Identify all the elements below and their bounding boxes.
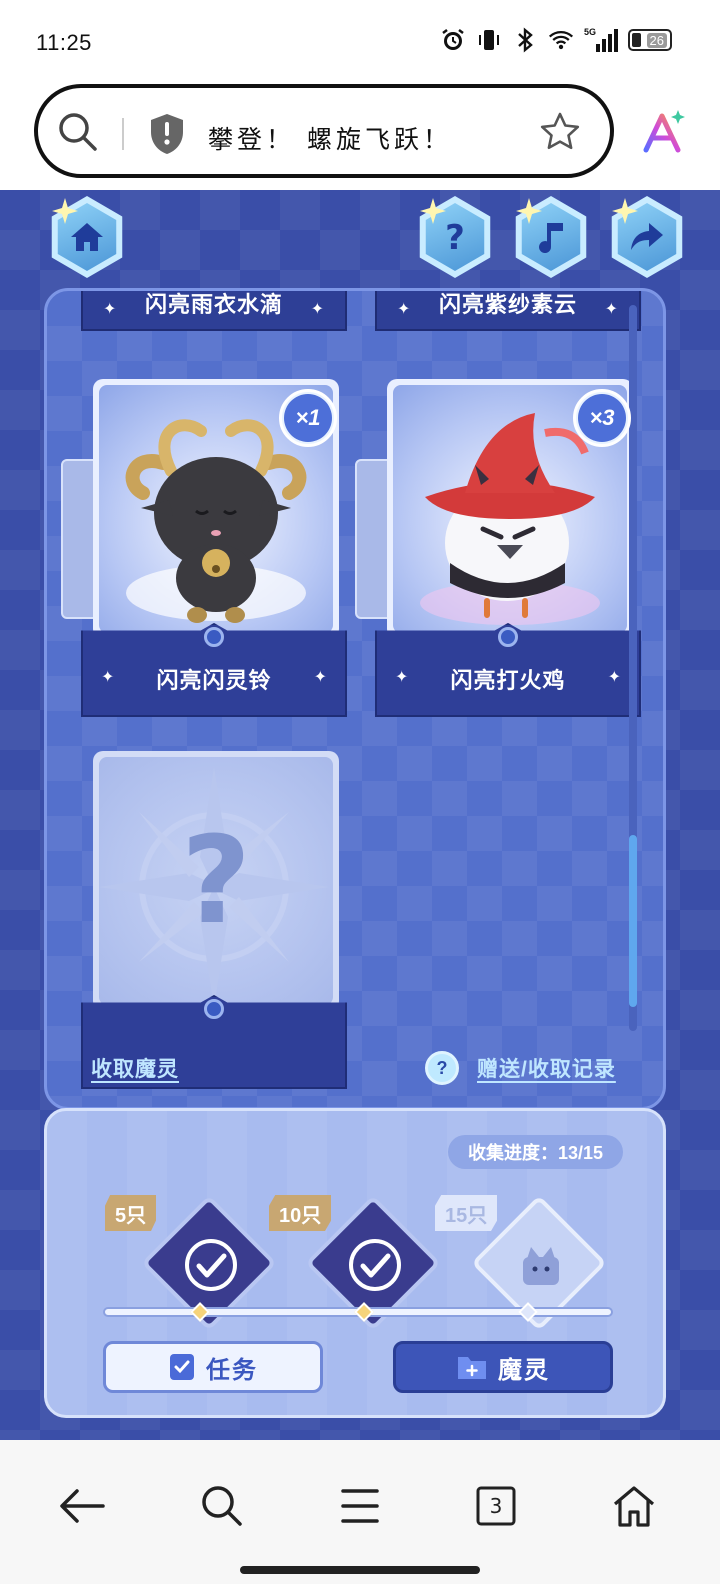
sparkle-icon bbox=[612, 198, 638, 224]
address-bar[interactable]: 攀登！ 螺旋飞跃！ bbox=[34, 84, 614, 178]
record-help-icon[interactable]: ? bbox=[425, 1051, 459, 1085]
menu-button[interactable] bbox=[330, 1476, 390, 1536]
back-button[interactable] bbox=[52, 1476, 112, 1536]
music-button[interactable] bbox=[510, 196, 592, 278]
collect-spirit-link[interactable]: 收取魔灵 bbox=[91, 1053, 179, 1083]
task-icon bbox=[170, 1354, 194, 1380]
svg-text:?: ? bbox=[445, 218, 465, 257]
browser-address-area: 攀登！ 螺旋飞跃！ bbox=[0, 82, 720, 190]
status-icons: 5G 26 bbox=[440, 26, 672, 54]
status-bar: 11:25 5G 26 bbox=[0, 0, 720, 82]
bookmark-star-icon[interactable] bbox=[538, 110, 582, 159]
spirit-button-label: 魔灵 bbox=[498, 1356, 550, 1384]
search-icon[interactable] bbox=[56, 110, 100, 159]
reward-tag: 10只 bbox=[269, 1195, 332, 1231]
card-name: 闪亮打火鸡 bbox=[450, 668, 566, 693]
task-button[interactable]: 任务 bbox=[103, 1341, 323, 1393]
shield-icon[interactable] bbox=[148, 112, 186, 161]
help-button[interactable]: ? bbox=[414, 196, 496, 278]
cat-plush-icon bbox=[523, 1247, 559, 1285]
spirit-button[interactable]: 魔灵 bbox=[393, 1341, 613, 1393]
ai-assistant-icon[interactable] bbox=[640, 108, 688, 161]
card-name: 闪亮闪灵铃 bbox=[156, 668, 272, 693]
reward-milestone[interactable]: 10只 bbox=[269, 1195, 441, 1331]
sparkle-icon bbox=[52, 198, 78, 224]
status-time: 11:25 bbox=[36, 30, 92, 55]
card-count-badge: ×3 bbox=[573, 389, 631, 447]
card-name-plate[interactable]: ✦ 闪亮雨衣水滴 ✦ bbox=[81, 291, 347, 331]
reward-milestone[interactable]: 5只 bbox=[105, 1195, 277, 1331]
spirit-card[interactable]: ×3 ✦ 闪亮打火鸡 ✦ bbox=[355, 379, 641, 719]
tab-count: 3 bbox=[489, 1494, 503, 1518]
vibrate-icon bbox=[476, 26, 502, 54]
collection-progress-panel: 收集进度：13/15 5只 10只 15只 任务 魔灵 bbox=[44, 1108, 666, 1418]
home-button[interactable] bbox=[46, 196, 128, 278]
scrollbar-thumb[interactable] bbox=[629, 835, 637, 1007]
home-nav-button[interactable] bbox=[604, 1476, 664, 1536]
check-icon bbox=[349, 1239, 401, 1291]
battery-icon: 26 bbox=[628, 29, 672, 51]
home-icon bbox=[613, 1486, 655, 1527]
back-arrow-icon bbox=[60, 1489, 105, 1523]
bluetooth-icon bbox=[512, 26, 538, 54]
sparkle-icon bbox=[420, 198, 446, 224]
page-title: 攀登！ 螺旋飞跃！ bbox=[208, 125, 452, 154]
share-button[interactable] bbox=[606, 196, 688, 278]
card-name: 闪亮紫纱素云 bbox=[438, 292, 577, 317]
check-icon bbox=[185, 1239, 237, 1291]
browser-bottom-nav: 3 bbox=[0, 1440, 720, 1584]
card-count-badge: ×1 bbox=[279, 389, 337, 447]
wifi-icon bbox=[548, 26, 574, 54]
search-button[interactable] bbox=[192, 1476, 252, 1536]
folder-add-icon bbox=[458, 1357, 486, 1379]
gift-record-link[interactable]: 赠送/收取记录 bbox=[477, 1053, 616, 1083]
menu-icon bbox=[341, 1489, 379, 1523]
battery-level: 26 bbox=[646, 32, 667, 48]
address-divider bbox=[122, 118, 124, 150]
spirit-card[interactable]: ×1 ✦ 闪亮闪灵铃 ✦ bbox=[61, 379, 347, 719]
game-area: ? ✦ 闪亮雨衣水滴 ✦ ✦ 闪亮紫纱素云 ✦ ×1 ✦ 闪亮闪灵铃 ✦ ×3 … bbox=[0, 190, 720, 1440]
collection-panel[interactable]: ✦ 闪亮雨衣水滴 ✦ ✦ 闪亮紫纱素云 ✦ ×1 ✦ 闪亮闪灵铃 ✦ ×3 ✦ … bbox=[44, 288, 666, 1110]
svg-text:5G: 5G bbox=[584, 27, 596, 37]
home-indicator bbox=[240, 1566, 480, 1574]
signal-icon: 5G bbox=[584, 26, 618, 54]
card-name: 闪亮雨衣水滴 bbox=[144, 292, 283, 317]
reward-tag: 15只 bbox=[435, 1195, 498, 1231]
sparkle-icon bbox=[516, 198, 542, 224]
task-button-label: 任务 bbox=[206, 1356, 258, 1384]
reward-milestone[interactable]: 15只 bbox=[435, 1195, 607, 1331]
tabs-button[interactable]: 3 bbox=[466, 1476, 526, 1536]
card-name-plate[interactable]: ✦ 闪亮紫纱素云 ✦ bbox=[375, 291, 641, 331]
collection-progress: 收集进度：13/15 bbox=[447, 1135, 623, 1169]
reward-tag: 5只 bbox=[105, 1195, 157, 1231]
locked-spirit-card[interactable]: ? bbox=[81, 751, 347, 1089]
unknown-card-symbol: ? bbox=[181, 811, 251, 951]
alarm-icon bbox=[440, 26, 466, 54]
search-icon bbox=[202, 1486, 242, 1526]
